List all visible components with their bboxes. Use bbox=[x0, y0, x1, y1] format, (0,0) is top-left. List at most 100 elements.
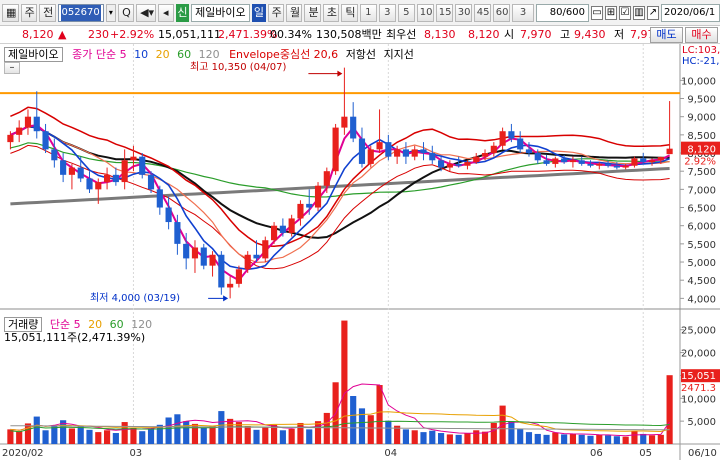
volume-bar bbox=[147, 428, 155, 444]
volume-bar bbox=[297, 422, 304, 444]
candle-body bbox=[402, 149, 409, 157]
prev-item-button[interactable]: 전 bbox=[39, 3, 56, 22]
candle-body bbox=[569, 160, 576, 163]
interval-15-button[interactable]: 15 bbox=[435, 3, 453, 22]
price-change-pct: +2.92% bbox=[110, 28, 155, 41]
volume-bar bbox=[358, 408, 366, 444]
volume-bar bbox=[517, 428, 524, 444]
price-legend-name[interactable]: 제일바이오 bbox=[4, 47, 63, 62]
candle-body bbox=[648, 160, 656, 163]
change-pct-tag-label: 2.92% bbox=[684, 157, 716, 168]
volume-bar bbox=[130, 428, 137, 444]
volume-bar bbox=[385, 420, 392, 444]
candle-body bbox=[68, 167, 75, 175]
collapse-pane-button[interactable]: – bbox=[4, 62, 20, 74]
candle-body bbox=[200, 247, 207, 266]
candle-body bbox=[7, 134, 14, 143]
view-toggle-5-icon[interactable]: ↗ bbox=[646, 5, 659, 20]
page-count-field[interactable]: 80/600 bbox=[536, 3, 589, 22]
interval-10-button[interactable]: 10 bbox=[416, 3, 434, 22]
sell-button[interactable]: 매도 bbox=[650, 27, 683, 43]
volume-bar bbox=[613, 436, 620, 444]
volume-bar bbox=[640, 433, 647, 444]
volume-bar bbox=[77, 426, 84, 444]
stock-type-button[interactable]: 주 bbox=[20, 3, 38, 22]
volume-bar bbox=[341, 320, 348, 444]
volume-bar bbox=[446, 434, 453, 444]
volume-value-label: 15,051,111주(2,471.39%) bbox=[4, 331, 146, 344]
candle-body bbox=[605, 163, 612, 166]
interval-5-button[interactable]: 5 bbox=[397, 3, 415, 22]
candle-body bbox=[394, 149, 401, 157]
interval-45-button[interactable]: 45 bbox=[473, 3, 491, 22]
volume-bar bbox=[438, 433, 445, 444]
search-icon[interactable]: Q bbox=[118, 3, 135, 22]
candle-body bbox=[341, 116, 348, 128]
chart-area[interactable]: 10,0009,5009,0008,5008,0007,5007,0006,50… bbox=[0, 44, 720, 460]
volume-bar bbox=[666, 375, 673, 444]
period-second-button[interactable]: 초 bbox=[322, 3, 340, 22]
volume-bar bbox=[455, 434, 462, 444]
period-week-button[interactable]: 주 bbox=[267, 3, 285, 22]
interval-1-button[interactable]: 1 bbox=[359, 3, 377, 22]
interval-30-button[interactable]: 30 bbox=[454, 3, 472, 22]
view-toggle-2-icon[interactable]: ⊞ bbox=[604, 5, 617, 20]
candle-body bbox=[657, 157, 664, 161]
candle-body bbox=[227, 283, 234, 288]
view-toggle-1-icon[interactable]: ▭ bbox=[590, 5, 603, 20]
price-volume-chart[interactable]: 10,0009,5009,0008,5008,0007,5007,0006,50… bbox=[0, 44, 720, 460]
x-axis-label: 03 bbox=[129, 448, 142, 459]
volume-bar bbox=[42, 430, 49, 444]
candle-body bbox=[288, 218, 295, 233]
volume-bar bbox=[165, 417, 172, 444]
candle-body bbox=[473, 156, 480, 163]
candle-body bbox=[244, 254, 251, 270]
buy-button[interactable]: 매수 bbox=[685, 27, 718, 43]
price-axis-label: 5,500 bbox=[687, 240, 716, 251]
speaker-icon[interactable]: ◀▾ bbox=[136, 3, 156, 22]
low-annotation: 최저 4,000 (03/19) bbox=[90, 293, 181, 304]
high-label: 고 bbox=[560, 28, 571, 41]
view-toggle-3-icon[interactable]: ☑ bbox=[618, 5, 631, 20]
volume-bar bbox=[648, 435, 656, 444]
candle-body bbox=[481, 153, 489, 157]
candle-body bbox=[191, 247, 199, 259]
volume-bar bbox=[569, 433, 576, 444]
volume-bar bbox=[376, 385, 383, 444]
interval-select[interactable]: 3 bbox=[511, 3, 535, 22]
candle-body bbox=[446, 163, 453, 168]
ma10-legend: 10 bbox=[134, 48, 149, 61]
volume-axis-label: 20,000 bbox=[681, 349, 716, 360]
candle-body bbox=[86, 178, 93, 190]
price-change: 230 bbox=[88, 28, 109, 41]
stock-code-input[interactable]: 052670 bbox=[57, 3, 104, 22]
candle-body bbox=[77, 167, 84, 179]
candle-body bbox=[666, 148, 673, 155]
volume-bar bbox=[402, 429, 409, 444]
period-tick-button[interactable]: 틱 bbox=[341, 3, 358, 22]
interval-60-button[interactable]: 60 bbox=[492, 3, 510, 22]
price-axis-label: 6,000 bbox=[687, 222, 716, 233]
chart-background bbox=[0, 44, 720, 460]
code-dropdown-button[interactable]: ▾ bbox=[105, 3, 117, 22]
best-bid: 8,120 bbox=[468, 28, 500, 41]
date-field[interactable]: 2020/06/1 bbox=[660, 3, 720, 22]
volume-bar bbox=[420, 432, 427, 444]
volume-bar bbox=[139, 431, 146, 444]
interval-3-button[interactable]: 3 bbox=[378, 3, 396, 22]
volume-tag-label: 15,051 bbox=[681, 371, 716, 382]
candle-body bbox=[367, 149, 374, 164]
candle-body bbox=[631, 158, 638, 166]
x-axis-label: 06/10 bbox=[688, 448, 717, 459]
view-toggle-4-icon[interactable]: ▥ bbox=[632, 5, 645, 20]
period-day-button[interactable]: 일 bbox=[252, 3, 266, 22]
period-month-button[interactable]: 월 bbox=[286, 3, 303, 22]
period-minute-button[interactable]: 분 bbox=[304, 3, 321, 22]
volume-bar bbox=[657, 434, 664, 444]
candle-body bbox=[622, 165, 629, 168]
stock-name-field[interactable]: 제일바이오 bbox=[191, 3, 251, 22]
candle-body bbox=[306, 203, 313, 208]
prev-stock-arrow-icon[interactable]: ◂ bbox=[157, 3, 174, 22]
support-legend: 지지선 bbox=[383, 48, 414, 61]
menu-grid-icon[interactable]: ▦ bbox=[2, 3, 19, 22]
